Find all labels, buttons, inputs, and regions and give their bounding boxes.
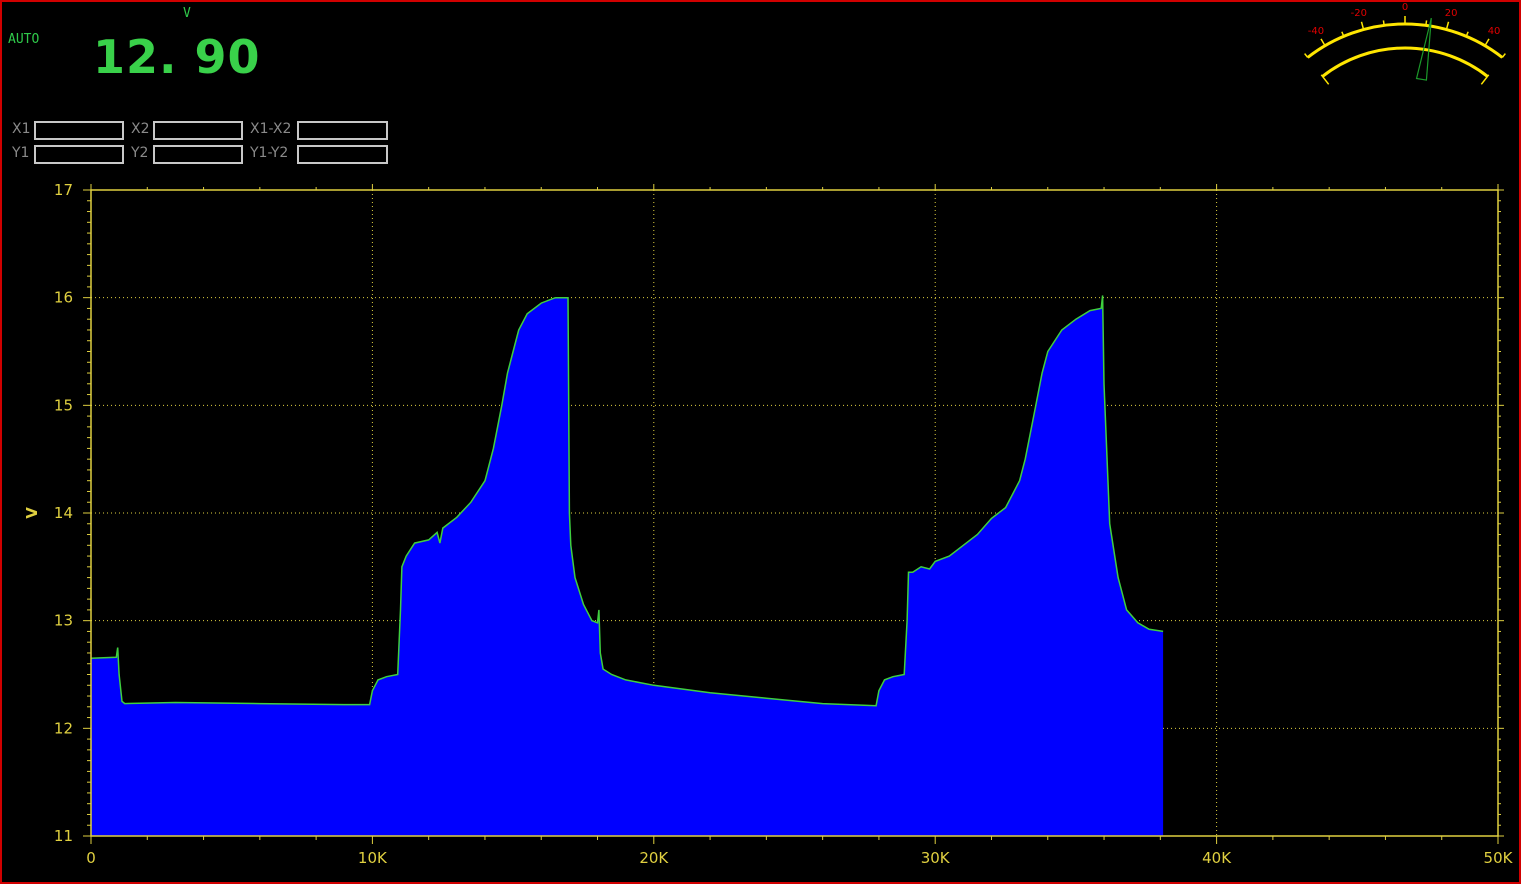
x-tick-label: 10K	[358, 849, 388, 867]
x-tick-label: 0	[86, 849, 96, 867]
x-tick-label: 40K	[1202, 849, 1232, 867]
y-tick-label: 14	[54, 504, 73, 522]
voltage-chart: 0 10K 20K 30K 40K 50K 11 12 13 14 15 16 17 V	[23, 181, 1514, 867]
y-tick-label: 17	[54, 181, 73, 199]
y-tick-label: 12	[54, 719, 73, 737]
series-area-fill	[91, 295, 1164, 836]
y-tick-label: 13	[54, 612, 73, 630]
y-axis-label: V	[23, 507, 41, 519]
y-tick-label: 16	[54, 289, 73, 307]
x-tick-label: 50K	[1484, 849, 1514, 867]
y-tick-label: 15	[54, 396, 73, 414]
x-tick-label: 20K	[639, 849, 669, 867]
x-tick-label: 30K	[921, 849, 951, 867]
y-tick-label: 11	[54, 827, 73, 845]
